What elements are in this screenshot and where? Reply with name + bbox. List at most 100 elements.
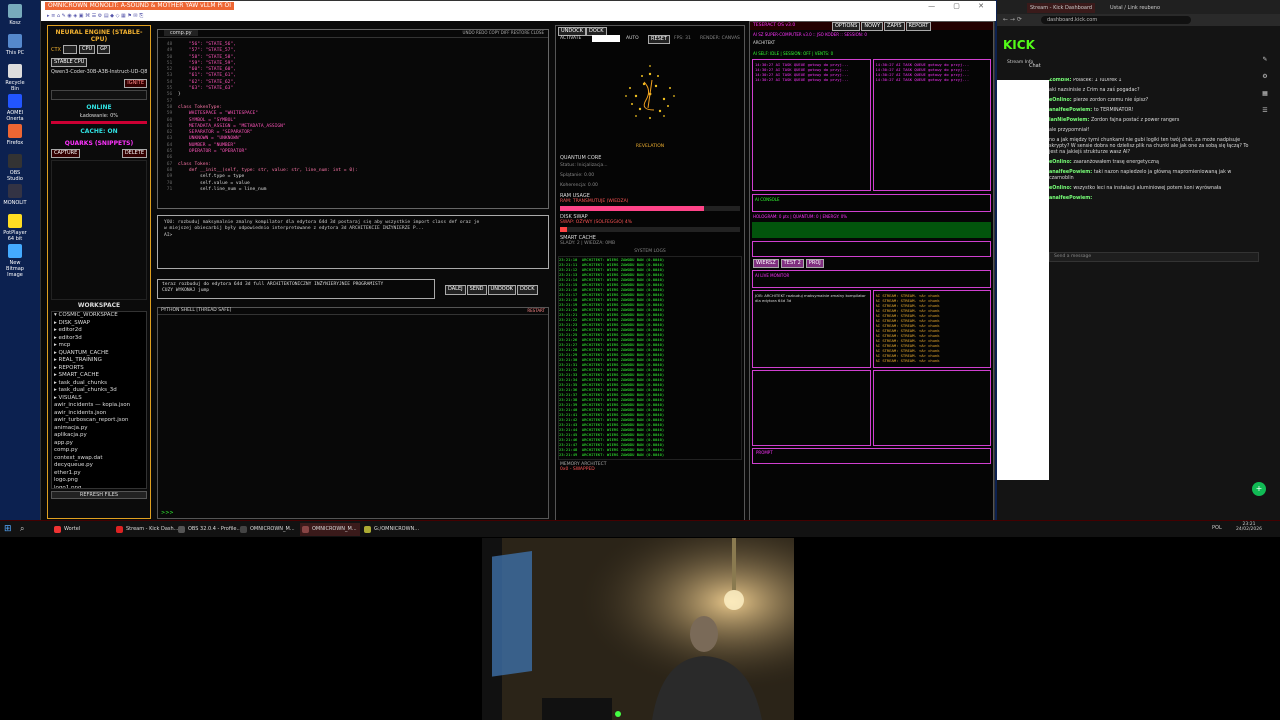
tree-file[interactable]: decyqueue.py <box>54 462 146 470</box>
right-tab-options[interactable]: OPTIONS <box>832 22 861 31</box>
ignite-button[interactable]: IGNITE <box>124 79 147 88</box>
tree-file[interactable]: awir_incidents — kopia.json <box>54 402 146 410</box>
right-tab-nowy[interactable]: NOWY <box>861 22 884 31</box>
reset-button[interactable]: RESET <box>648 35 671 44</box>
tree-file[interactable]: comp.py <box>54 447 146 455</box>
taskbar-item[interactable]: OMNICROWN_M... <box>238 523 298 536</box>
chat-fab-icon[interactable]: + <box>1252 482 1266 496</box>
desktop-icon[interactable]: Kosz <box>2 4 28 26</box>
nav-arrows-icon[interactable]: ← → ⟳ <box>1003 16 1022 23</box>
system-logs[interactable]: 23:21:10 ARCHITEKT: WIERS ZAWODU BAN (0.… <box>558 256 742 460</box>
taskbar-item[interactable]: G:/OMNICROWN... <box>362 523 422 536</box>
window-controls[interactable]: — ▢ ✕ <box>928 2 992 10</box>
stable-cpu-button[interactable]: STABLE CPU <box>51 58 88 67</box>
gpu-button[interactable]: GP <box>97 45 111 54</box>
tree-folder[interactable]: ▸ REAL_TRAINING <box>54 357 146 365</box>
editor-undo-button[interactable]: UNDO <box>463 30 476 35</box>
chat-messages[interactable]: ZombiR: Polacek: 1 TuDirek 1 aki nazsinis… <box>997 78 1280 278</box>
tree-file[interactable]: logo1.png <box>54 485 146 489</box>
tree-folder[interactable]: ▸ DISK_SWAP <box>54 320 146 328</box>
chat-username[interactable]: eOnlino: <box>1049 186 1073 191</box>
editor-tab[interactable]: comp.py <box>164 30 198 36</box>
users-icon[interactable]: ☰ <box>1262 107 1267 114</box>
url-field[interactable]: dashboard.kick.com <box>1041 16 1191 24</box>
tree-folder[interactable]: ▸ editor3d <box>54 335 146 343</box>
bookmark-icon[interactable]: ▦ <box>1262 90 1268 97</box>
taskbar-item[interactable]: Wortel <box>52 523 83 536</box>
chat-side-tools[interactable]: ✎ ⚙ ▦ ☰ <box>1259 56 1271 296</box>
command-input[interactable]: teraz rozbuduj do edytora 64d 3d full AR… <box>157 279 435 299</box>
desktop-icon[interactable]: Recycle Bin <box>2 64 28 92</box>
delete-button[interactable]: DELETE <box>121 149 147 158</box>
tree-folder[interactable]: ▸ QUANTUM_CACHE <box>54 350 146 358</box>
tree-file[interactable]: animacja.py <box>54 425 146 433</box>
chat-input[interactable]: Send a message <box>1049 252 1259 262</box>
tree-folder[interactable]: ▸ REPORTS <box>54 365 146 373</box>
command-send-button[interactable]: SEND <box>466 285 487 295</box>
editor-redo-button[interactable]: REDO <box>476 30 489 35</box>
editor-close-button[interactable]: CLOSE <box>531 30 544 35</box>
tray-lang[interactable]: POL <box>1212 525 1222 531</box>
browser-addressbar[interactable]: ← → ⟳ dashboard.kick.com <box>997 14 1280 26</box>
taskbar-item[interactable]: Stream - Kick Dash... <box>114 523 181 536</box>
shell-restart-button[interactable]: RESTART <box>527 308 545 313</box>
capture-button[interactable]: CAPTURE <box>51 149 81 158</box>
python-shell[interactable]: PYTHON SHELL [THREAD SAFE] RESTART >>> <box>157 307 549 519</box>
tree-file[interactable]: awir_turboscan_report.json <box>54 417 146 425</box>
tree-folder[interactable]: ▾ COSMIC_WORKSPACE <box>54 312 146 320</box>
tray-clock[interactable]: 23:21 24/02/2026 <box>1236 522 1262 532</box>
refresh-files-button[interactable]: REFRESH FILES <box>51 491 147 499</box>
desktop-icon[interactable]: MONOLIT <box>2 184 28 206</box>
tree-folder[interactable]: ▸ task_dual_chunks_3d <box>54 387 146 395</box>
right-button[interactable]: TEST 2 <box>780 259 804 268</box>
tree-file[interactable]: awir_incidents.json <box>54 410 146 418</box>
prompt-box[interactable]: PROMPT <box>752 448 991 464</box>
chat-username[interactable]: eOnlino: <box>1049 160 1073 165</box>
browser-tab-kick[interactable]: Stream - Kick Dashboard <box>1027 3 1096 13</box>
tree-file[interactable]: context_swap.dat <box>54 455 146 463</box>
chat-username[interactable]: analfeePowiem: <box>1049 170 1094 175</box>
chat-username[interactable]: analfeePowiem: <box>1049 108 1094 113</box>
taskbar-item[interactable]: OBS 32.0.4 - Profile... <box>176 523 244 536</box>
seed-input[interactable] <box>592 35 620 42</box>
activate-toggle[interactable]: ACTIVATE <box>560 36 581 41</box>
start-icon[interactable]: ⊞ <box>4 524 12 534</box>
command-undook-button[interactable]: UNDOOK <box>487 285 516 295</box>
command-dalej-button[interactable]: DALEJ <box>445 285 466 295</box>
decision-panel[interactable]: 14:30:27 AI TASK QUEUE gotowy do przyj..… <box>872 59 991 191</box>
chat-username[interactable]: analfeePowiem: <box>1049 196 1092 201</box>
workspace-tree[interactable]: ▾ COSMIC_WORKSPACE ▸ DISK_SWAP ▸ editor2… <box>51 311 147 489</box>
tree-folder[interactable]: ▸ mcp <box>54 342 146 350</box>
pen-icon[interactable]: ✎ <box>1262 56 1267 63</box>
tree-folder[interactable]: ▸ VISUALS <box>54 395 146 403</box>
code-editor[interactable]: comp.py UNDO REDO COPY DIFF RESTORE CLOS… <box>157 29 549 209</box>
tree-file[interactable]: logo.png <box>54 477 146 485</box>
command-dock-button[interactable]: DOCK <box>516 285 538 295</box>
desktop-icon[interactable]: New Bitmap Image <box>2 244 28 278</box>
browser-tab-2[interactable]: Ustal / Link reubeno <box>1107 3 1163 13</box>
desktop-icon[interactable]: PotPlayer 64 bit <box>2 214 28 242</box>
tree-file[interactable]: aplikacja.py <box>54 432 146 440</box>
right-button[interactable]: WIERSZ <box>753 259 779 268</box>
desktop-icon[interactable]: AOMEI Onerta <box>2 94 28 122</box>
settings-icon[interactable]: ⚙ <box>1262 73 1267 80</box>
tree-file[interactable]: app.py <box>54 440 146 448</box>
desktop-icon[interactable]: This PC <box>2 34 28 56</box>
tree-file[interactable]: ether1.py <box>54 470 146 478</box>
ctx-button[interactable]: CPU <box>78 45 96 54</box>
desktop-icon[interactable]: OBS Studio <box>2 154 28 182</box>
command-input-text[interactable]: teraz rozbuduj do edytora 64d 3d full AR… <box>158 280 434 297</box>
ctx-input[interactable] <box>62 45 77 54</box>
editor-copy-button[interactable]: COPY <box>489 30 501 35</box>
chat-username[interactable]: ZombiR: <box>1049 78 1073 83</box>
tree-folder[interactable]: ▸ editor2d <box>54 327 146 335</box>
ai-console[interactable]: AI CONSOLE <box>752 194 991 212</box>
taskbar-item[interactable]: OMNICROWN_M... <box>300 523 360 536</box>
code-content[interactable]: 48 "56": "STATE_56", 49 "57": "STATE_57"… <box>158 38 548 197</box>
desktop-icon[interactable]: Firefox <box>2 124 28 146</box>
search-icon[interactable]: ⌕ <box>20 524 24 534</box>
editor-restore-button[interactable]: RESTORE <box>511 30 531 35</box>
chat-username[interactable]: eOnlino: <box>1049 98 1073 103</box>
stream-panel[interactable]: AI STREAM: STREAM. <A> chunk AI STREAM: S… <box>872 290 991 368</box>
job-panel[interactable]: JOB: ARCHITEKT rozbuduj maksymalnie zmal… <box>752 290 871 368</box>
